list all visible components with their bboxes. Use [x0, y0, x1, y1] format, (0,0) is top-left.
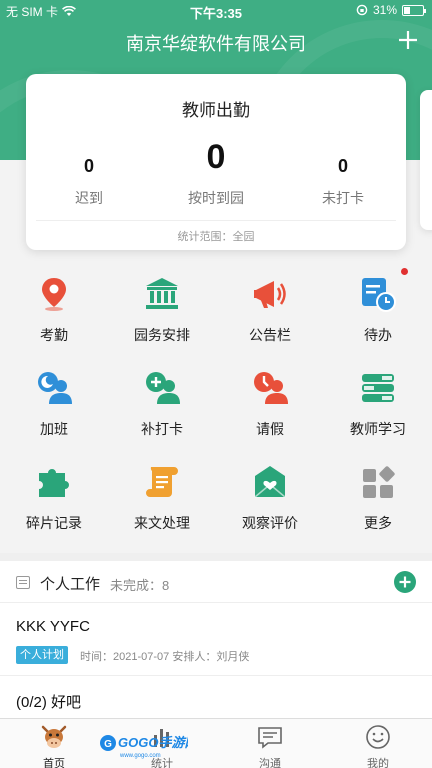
task-meta: 时间：2021-07-07 安排人：刘月侠 [80, 651, 250, 663]
add-user-icon [146, 372, 180, 404]
watermark-text: GOGO手游网 [118, 735, 188, 750]
more-grid-icon [363, 466, 395, 498]
task-item[interactable]: (0/2) 好吧 [0, 677, 432, 719]
personal-work-header: 个人工作 未完成：8 [0, 561, 432, 603]
stat-late-label: 迟到 [75, 190, 103, 206]
menu-item-makeup-checkin[interactable]: 补打卡 [108, 362, 216, 452]
add-button[interactable] [396, 28, 420, 52]
stat-absent-value: 0 [337, 156, 348, 176]
menu-item-leave[interactable]: 请假 [216, 362, 324, 452]
tab-label: 我的 [367, 758, 389, 768]
add-task-button[interactable] [394, 571, 416, 593]
watermark-logo: G GOGO手游网 www.gogo.com [100, 735, 188, 759]
bottom-tab-bar: 首页 统计 沟通 我的 [0, 718, 432, 768]
divider [36, 220, 396, 221]
task-tag: 个人计划 [16, 646, 68, 664]
tab-label: 沟通 [259, 758, 281, 768]
tab-communication[interactable]: 沟通 [216, 719, 324, 768]
svg-text:G: G [104, 739, 112, 750]
orientation-lock-icon [356, 4, 368, 16]
task-item[interactable]: KKK YYFC 个人计划 时间：2021-07-07 安排人：刘月侠 [0, 604, 432, 676]
personal-work-section: 个人工作 未完成：8 KKK YYFC 个人计划 时间：2021-07-07 安… [0, 561, 432, 719]
menu-item-label: 加班 [40, 421, 68, 437]
section-separator [0, 553, 432, 561]
menu-item-observation[interactable]: 观察评价 [216, 456, 324, 546]
menu-item-bulletin[interactable]: 公告栏 [216, 268, 324, 358]
tab-mine[interactable]: 我的 [324, 719, 432, 768]
stat-ontime-value: 0 [206, 138, 226, 176]
menu-item-label: 教师学习 [350, 421, 406, 437]
menu-item-attendance[interactable]: 考勤 [0, 268, 108, 358]
status-bar: 无 SIM 卡 下午3:35 31% [0, 0, 432, 22]
task-name: KKK YYFC [16, 618, 90, 635]
menu-item-label: 园务安排 [134, 327, 190, 343]
menu-item-label: 考勤 [40, 327, 68, 343]
scroll-icon [146, 467, 178, 497]
menu-item-document-processing[interactable]: 来文处理 [108, 456, 216, 546]
stat-ontime-label: 按时到园 [188, 190, 244, 206]
menu-item-more[interactable]: 更多 [324, 456, 432, 546]
tab-label: 首页 [43, 758, 65, 768]
stat-late-value: 0 [83, 156, 94, 176]
notification-dot [401, 268, 408, 275]
menu-item-label: 请假 [256, 421, 284, 437]
heart-envelope-icon [254, 466, 286, 498]
cow-mascot-icon [41, 725, 67, 748]
watermark-subtext: www.gogo.com [119, 753, 161, 759]
todo-clock-icon [362, 278, 396, 312]
location-pin-icon [42, 278, 66, 311]
attendance-scope: 统计范围：全园 [177, 231, 255, 243]
plus-icon [399, 31, 417, 49]
next-card-peek[interactable] [420, 90, 432, 230]
plus-icon [399, 576, 411, 588]
overtime-user-icon [38, 372, 72, 404]
building-icon [146, 278, 178, 309]
book-stack-icon [362, 374, 394, 402]
attendance-card[interactable]: 教师出勤 0 迟到 0 按时到园 0 未打卡 统计范围：全园 [26, 74, 406, 250]
puzzle-icon [39, 469, 69, 497]
menu-item-label: 观察评价 [242, 515, 298, 531]
menu-item-overtime[interactable]: 加班 [0, 362, 108, 452]
page-title: 南京华绽软件有限公司 [126, 34, 306, 54]
megaphone-icon [254, 281, 286, 308]
menu-item-fragment-record[interactable]: 碎片记录 [0, 456, 108, 546]
pending-count: 未完成：8 [110, 578, 170, 593]
menu-item-label: 补打卡 [141, 421, 183, 437]
stat-absent-label: 未打卡 [322, 190, 364, 206]
attendance-title: 教师出勤 [182, 101, 250, 120]
task-name: (0/2) 好吧 [16, 694, 82, 711]
menu-item-label: 待办 [364, 327, 392, 343]
menu-item-label: 更多 [364, 515, 392, 531]
menu-item-label: 公告栏 [249, 327, 291, 343]
menu-item-label: 碎片记录 [26, 515, 82, 531]
list-icon [16, 576, 30, 589]
menu-item-todo[interactable]: 待办 [324, 268, 432, 358]
menu-item-affairs[interactable]: 园务安排 [108, 268, 216, 358]
tab-home[interactable]: 首页 [0, 719, 108, 768]
menu-item-teacher-study[interactable]: 教师学习 [324, 362, 432, 452]
leave-user-icon [254, 372, 288, 404]
menu-item-label: 来文处理 [134, 515, 190, 531]
smile-face-icon [366, 725, 390, 749]
battery-percent: 31% [372, 3, 397, 17]
chat-icon [258, 727, 282, 749]
battery-icon [402, 4, 426, 16]
personal-work-title: 个人工作 [40, 576, 101, 593]
